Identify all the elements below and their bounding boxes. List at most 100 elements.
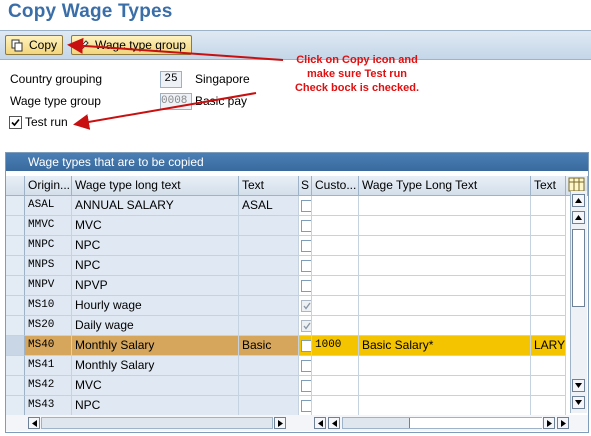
- new-long-text-cell[interactable]: [359, 236, 531, 256]
- custom-cell[interactable]: [312, 196, 359, 216]
- new-text-cell[interactable]: [531, 376, 566, 396]
- row-selector[interactable]: [6, 376, 25, 396]
- s-checkbox-cell[interactable]: [299, 396, 312, 416]
- row-selector[interactable]: [6, 216, 25, 236]
- table-row[interactable]: MS43 NPC: [6, 396, 572, 416]
- vertical-scroll-thumb[interactable]: [572, 229, 585, 307]
- country-grouping-field[interactable]: 25: [160, 71, 182, 88]
- table-row[interactable]: MNPV NPVP: [6, 276, 572, 296]
- col-s[interactable]: S: [299, 176, 312, 196]
- custom-cell[interactable]: [312, 396, 359, 416]
- row-selector[interactable]: [6, 316, 25, 336]
- s-checkbox[interactable]: [301, 400, 311, 412]
- col-new-text[interactable]: Text: [531, 176, 566, 196]
- col-text[interactable]: Text: [239, 176, 299, 196]
- custom-cell[interactable]: [312, 216, 359, 236]
- right-scroll-right-button[interactable]: [557, 417, 569, 429]
- new-text-cell[interactable]: [531, 236, 566, 256]
- col-origin[interactable]: Origin...: [25, 176, 72, 196]
- table-row[interactable]: MS40 Monthly Salary Basic 1000 Basic Salary*…: [6, 336, 572, 356]
- right-page-left-button[interactable]: [328, 417, 340, 429]
- page-up-button[interactable]: [572, 211, 585, 224]
- s-checkbox[interactable]: [301, 200, 311, 212]
- new-long-text-cell[interactable]: [359, 356, 531, 376]
- new-text-cell[interactable]: [531, 196, 566, 216]
- s-checkbox-cell[interactable]: [299, 356, 312, 376]
- left-horizontal-track[interactable]: [41, 417, 273, 429]
- new-long-text-cell[interactable]: [359, 216, 531, 236]
- s-checkbox-cell[interactable]: [299, 376, 312, 396]
- copy-button[interactable]: Copy: [5, 35, 64, 55]
- page-down-button[interactable]: [572, 379, 585, 392]
- new-text-cell[interactable]: [531, 256, 566, 276]
- table-row[interactable]: MMVC MVC: [6, 216, 572, 236]
- s-checkbox[interactable]: [301, 240, 311, 252]
- s-checkbox[interactable]: [301, 360, 311, 372]
- s-checkbox[interactable]: [301, 280, 311, 292]
- custom-cell[interactable]: [312, 236, 359, 256]
- new-text-cell[interactable]: [531, 216, 566, 236]
- s-checkbox-cell[interactable]: [299, 216, 312, 236]
- new-long-text-cell[interactable]: [359, 256, 531, 276]
- new-long-text-cell[interactable]: Basic Salary*: [359, 336, 531, 356]
- custom-cell[interactable]: [312, 256, 359, 276]
- wage-type-group-button[interactable]: Wage type group: [71, 35, 192, 55]
- new-text-cell[interactable]: [531, 396, 566, 416]
- row-selector[interactable]: [6, 276, 25, 296]
- s-checkbox-cell[interactable]: [299, 316, 312, 336]
- scroll-up-button[interactable]: [572, 194, 585, 207]
- new-long-text-cell[interactable]: [359, 276, 531, 296]
- table-row[interactable]: MS42 MVC: [6, 376, 572, 396]
- row-selector[interactable]: [6, 236, 25, 256]
- new-text-cell[interactable]: LARY: [531, 336, 566, 356]
- right-horizontal-track[interactable]: [342, 417, 542, 429]
- left-scroll-left-button[interactable]: [28, 417, 40, 429]
- new-text-cell[interactable]: [531, 356, 566, 376]
- new-text-cell[interactable]: [531, 296, 566, 316]
- s-checkbox[interactable]: [301, 220, 311, 232]
- left-scroll-right-button[interactable]: [274, 417, 286, 429]
- right-page-right-button[interactable]: [543, 417, 555, 429]
- table-row[interactable]: MNPC NPC: [6, 236, 572, 256]
- new-long-text-cell[interactable]: [359, 396, 531, 416]
- new-long-text-cell[interactable]: [359, 296, 531, 316]
- custom-cell[interactable]: [312, 296, 359, 316]
- row-selector-header[interactable]: [6, 176, 25, 196]
- s-checkbox-cell[interactable]: [299, 336, 312, 356]
- custom-cell[interactable]: [312, 316, 359, 336]
- row-selector[interactable]: [6, 396, 25, 416]
- s-checkbox-cell[interactable]: [299, 296, 312, 316]
- scroll-down-button[interactable]: [572, 396, 585, 409]
- table-row[interactable]: MS10 Hourly wage: [6, 296, 572, 316]
- new-long-text-cell[interactable]: [359, 376, 531, 396]
- s-checkbox-cell[interactable]: [299, 256, 312, 276]
- right-scroll-left-button[interactable]: [314, 417, 326, 429]
- right-horizontal-thumb[interactable]: [409, 418, 542, 428]
- table-row[interactable]: ASAL ANNUAL SALARY ASAL: [6, 196, 572, 216]
- col-new-long-text[interactable]: Wage Type Long Text: [359, 176, 531, 196]
- s-checkbox-cell[interactable]: [299, 236, 312, 256]
- row-selector[interactable]: [6, 296, 25, 316]
- row-selector[interactable]: [6, 196, 25, 216]
- s-checkbox[interactable]: [301, 300, 311, 312]
- test-run-checkbox[interactable]: [9, 116, 22, 129]
- table-row[interactable]: MS41 Monthly Salary: [6, 356, 572, 376]
- col-custom[interactable]: Custo...: [312, 176, 359, 196]
- custom-cell[interactable]: [312, 356, 359, 376]
- new-long-text-cell[interactable]: [359, 316, 531, 336]
- row-selector[interactable]: [6, 256, 25, 276]
- s-checkbox[interactable]: [301, 380, 311, 392]
- vertical-scrollbar[interactable]: [570, 191, 587, 413]
- s-checkbox[interactable]: [301, 260, 311, 272]
- new-long-text-cell[interactable]: [359, 196, 531, 216]
- row-selector[interactable]: [6, 356, 25, 376]
- s-checkbox[interactable]: [301, 340, 311, 352]
- table-row[interactable]: MS20 Daily wage: [6, 316, 572, 336]
- s-checkbox-cell[interactable]: [299, 196, 312, 216]
- custom-cell[interactable]: [312, 376, 359, 396]
- row-selector[interactable]: [6, 336, 25, 356]
- s-checkbox[interactable]: [301, 320, 311, 332]
- new-text-cell[interactable]: [531, 316, 566, 336]
- custom-cell[interactable]: 1000: [312, 336, 359, 356]
- custom-cell[interactable]: [312, 276, 359, 296]
